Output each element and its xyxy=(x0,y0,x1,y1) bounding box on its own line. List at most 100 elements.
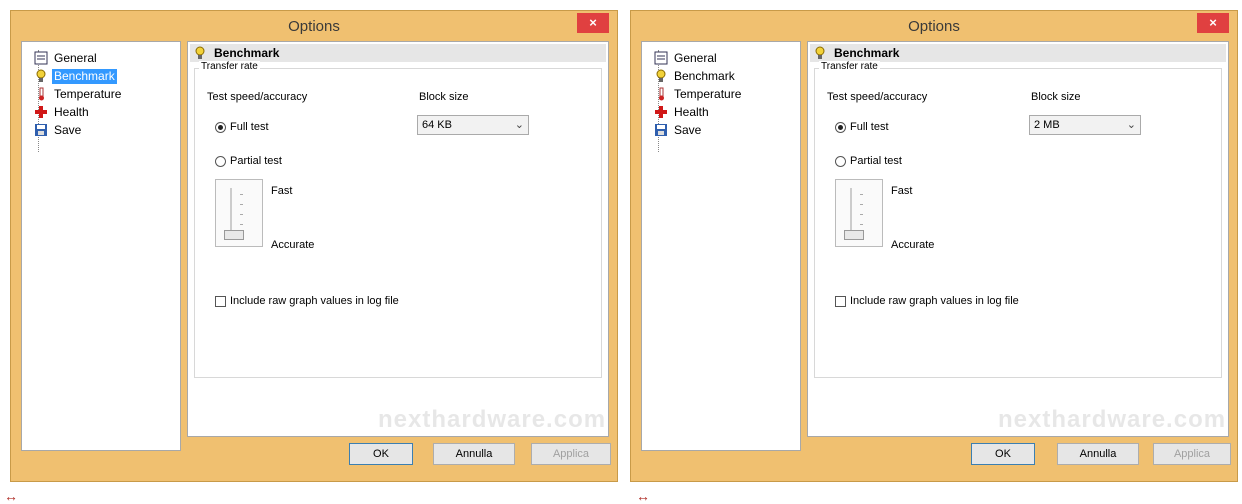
slider-tick xyxy=(240,194,243,195)
bulb-icon xyxy=(34,69,48,83)
cancel-button[interactable]: Annulla xyxy=(1057,443,1139,465)
watermark: nexthardware.com xyxy=(998,406,1227,433)
general-icon xyxy=(654,51,668,65)
block-size-label: Block size xyxy=(1031,91,1081,103)
close-button[interactable]: × xyxy=(577,13,609,33)
general-icon xyxy=(34,51,48,65)
title-bar[interactable]: Options × xyxy=(631,11,1237,41)
raw-graph-checkbox[interactable]: Include raw graph values in log file xyxy=(215,295,399,307)
options-tree: General Benchmark Temperature Health Sav… xyxy=(641,41,801,451)
chevron-down-icon: ⌄ xyxy=(514,119,524,131)
panel-title: Benchmark xyxy=(214,46,280,60)
close-button[interactable]: × xyxy=(1197,13,1229,33)
tree-item-health[interactable]: Health xyxy=(654,104,711,120)
block-size-value: 64 KB xyxy=(422,119,452,131)
slider-tick xyxy=(860,214,863,215)
window-title: Options xyxy=(908,18,960,35)
slider-tick xyxy=(240,204,243,205)
tree-item-save[interactable]: Save xyxy=(654,122,703,138)
partial-test-radio[interactable]: Partial test xyxy=(215,155,282,167)
tree-item-benchmark[interactable]: Benchmark xyxy=(34,68,117,84)
ok-button[interactable]: OK xyxy=(971,443,1035,465)
full-test-label: Full test xyxy=(230,121,269,133)
resize-arrow-icon: ↔ xyxy=(636,488,650,504)
apply-button[interactable]: Applica xyxy=(531,443,611,465)
options-window-right: Options × General Benchmark Temperature xyxy=(630,10,1238,482)
raw-graph-checkbox[interactable]: Include raw graph values in log file xyxy=(835,295,1019,307)
partial-test-label: Partial test xyxy=(850,155,902,167)
block-size-value: 2 MB xyxy=(1034,119,1060,131)
fast-label: Fast xyxy=(891,185,913,197)
speed-accuracy-label: Test speed/accuracy xyxy=(207,91,308,103)
tree-item-label: General xyxy=(54,50,97,65)
tree-item-general[interactable]: General xyxy=(34,50,99,66)
accurate-label: Accurate xyxy=(271,239,315,251)
resize-arrow-icon: ↔ xyxy=(4,488,18,504)
tree-item-label: General xyxy=(674,50,717,65)
cancel-button[interactable]: Annulla xyxy=(433,443,515,465)
radio-dot xyxy=(835,121,846,133)
floppy-icon xyxy=(654,123,668,137)
slider-track xyxy=(230,188,232,236)
transfer-rate-group: Transfer rate Test speed/accuracy Block … xyxy=(194,61,602,378)
watermark: nexthardware.com xyxy=(378,406,607,433)
group-label: Transfer rate xyxy=(199,61,260,72)
tree-item-benchmark[interactable]: Benchmark xyxy=(654,68,737,84)
slider-tick xyxy=(240,214,243,215)
tree-item-health[interactable]: Health xyxy=(34,104,91,120)
slider-track xyxy=(850,188,852,236)
speed-slider[interactable] xyxy=(215,179,263,247)
thermometer-icon xyxy=(654,87,668,101)
tree-item-label: Health xyxy=(54,104,89,119)
floppy-icon xyxy=(34,123,48,137)
checkbox-box xyxy=(835,295,846,307)
tree-item-label: Temperature xyxy=(54,86,122,101)
slider-tick xyxy=(240,224,243,225)
full-test-radio[interactable]: Full test xyxy=(835,121,889,133)
tree-item-label: Save xyxy=(54,122,82,137)
panel-title: Benchmark xyxy=(834,46,900,60)
tree-item-label: Temperature xyxy=(674,86,742,101)
benchmark-panel: Benchmark Transfer rate Test speed/accur… xyxy=(187,41,609,437)
slider-thumb[interactable] xyxy=(224,230,244,240)
options-tree: General Benchmark Temperature Health Sav… xyxy=(21,41,181,451)
speed-slider[interactable] xyxy=(835,179,883,247)
block-size-label: Block size xyxy=(419,91,469,103)
window-title: Options xyxy=(288,18,340,35)
radio-dot xyxy=(215,121,226,133)
full-test-label: Full test xyxy=(850,121,889,133)
slider-thumb[interactable] xyxy=(844,230,864,240)
chevron-down-icon: ⌄ xyxy=(1126,119,1136,131)
tree-item-label: Benchmark xyxy=(674,68,735,83)
transfer-rate-group: Transfer rate Test speed/accuracy Block … xyxy=(814,61,1222,378)
tree-item-label: Health xyxy=(674,104,709,119)
apply-button[interactable]: Applica xyxy=(1153,443,1231,465)
full-test-radio[interactable]: Full test xyxy=(215,121,269,133)
accurate-label: Accurate xyxy=(891,239,935,251)
thermometer-icon xyxy=(34,87,48,101)
slider-tick xyxy=(860,194,863,195)
panel-header: Benchmark xyxy=(810,44,1226,62)
ok-button[interactable]: OK xyxy=(349,443,413,465)
tree-item-save[interactable]: Save xyxy=(34,122,83,138)
title-bar[interactable]: Options × xyxy=(11,11,617,41)
tree-item-label: Benchmark xyxy=(52,68,117,84)
options-window-left: Options × General Benchmark Temperature xyxy=(10,10,618,482)
block-size-select[interactable]: 64 KB ⌄ xyxy=(417,115,529,135)
tree-item-temperature[interactable]: Temperature xyxy=(654,86,743,102)
radio-dot xyxy=(215,155,226,167)
bulb-icon xyxy=(814,46,828,60)
raw-graph-label: Include raw graph values in log file xyxy=(850,295,1019,307)
radio-dot xyxy=(835,155,846,167)
tree-item-general[interactable]: General xyxy=(654,50,719,66)
slider-tick xyxy=(860,224,863,225)
health-cross-icon xyxy=(654,105,668,119)
bulb-icon xyxy=(194,46,208,60)
partial-test-radio[interactable]: Partial test xyxy=(835,155,902,167)
block-size-select[interactable]: 2 MB ⌄ xyxy=(1029,115,1141,135)
panel-header: Benchmark xyxy=(190,44,606,62)
health-cross-icon xyxy=(34,105,48,119)
raw-graph-label: Include raw graph values in log file xyxy=(230,295,399,307)
tree-item-temperature[interactable]: Temperature xyxy=(34,86,123,102)
tree-item-label: Save xyxy=(674,122,702,137)
